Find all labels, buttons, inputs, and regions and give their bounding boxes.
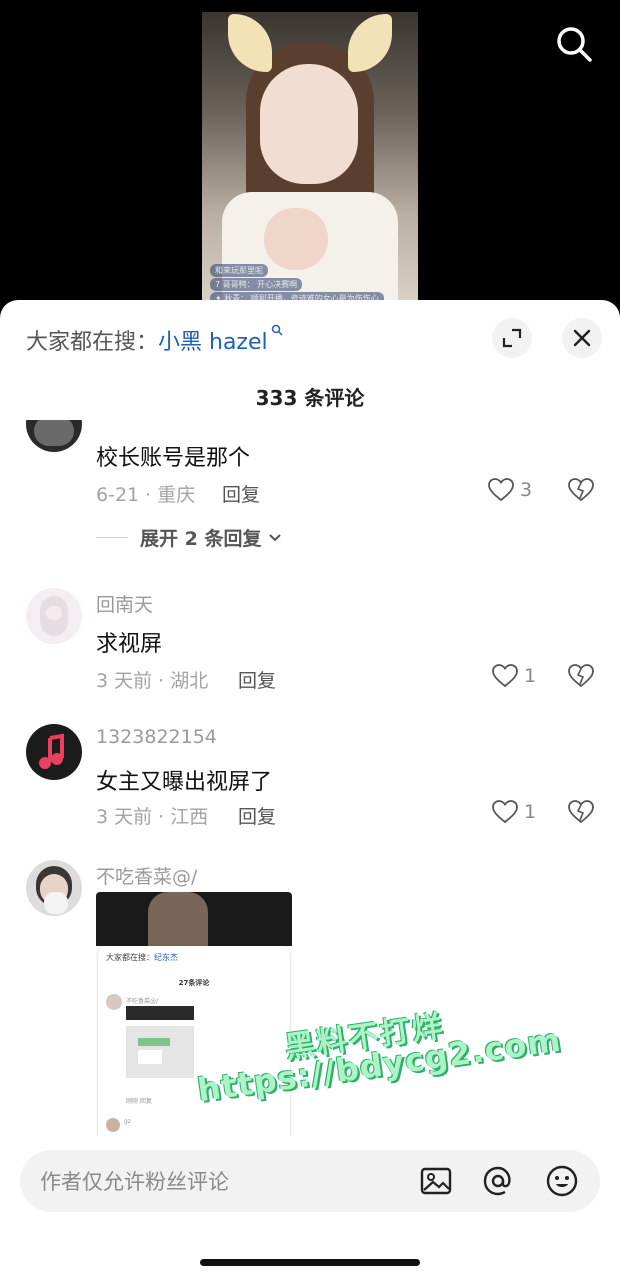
like-button[interactable]: 1	[492, 664, 536, 688]
expand-replies-button[interactable]: 展开 2 条回复	[96, 524, 283, 551]
broken-heart-icon	[568, 664, 594, 688]
comment-input[interactable]	[38, 1150, 382, 1214]
reply-button[interactable]: 回复	[222, 480, 260, 507]
comment-text: 校长账号是那个	[96, 446, 251, 471]
emoji-icon	[546, 1165, 578, 1197]
embedded-comments-sheet: 大家都在搜：纪东杰 27条评论 不吃香菜@/ 刚刚 回复 gz	[98, 946, 290, 1140]
like-count: 3	[520, 479, 533, 501]
reply-button[interactable]: 回复	[238, 802, 276, 829]
like-count: 1	[524, 801, 537, 823]
dislike-button[interactable]	[568, 664, 594, 692]
embedded-meta: 刚刚 回复	[126, 1098, 152, 1105]
embedded-avatar	[106, 994, 122, 1010]
video-player[interactable]: 和来玩那里呢 7 哥哥鸭： 开心决赛啊 ✦ 秋青： 顺利开播，奇迹难的女心最为伤…	[0, 0, 620, 300]
embedded-search-keyword: 纪东杰	[154, 953, 178, 962]
embedded-avatar	[106, 1118, 120, 1132]
comment-input-bar[interactable]	[20, 1150, 600, 1214]
avatar[interactable]	[26, 860, 82, 916]
comment-image[interactable]: 大家都在搜：纪东杰 27条评论 不吃香菜@/ 刚刚 回复 gz	[96, 892, 292, 1140]
image-icon	[420, 1167, 452, 1195]
live-caption-3: ✦ 秋青： 顺利开播，奇迹难的女心最为伤伤心	[210, 292, 384, 300]
like-button[interactable]: 1	[492, 800, 536, 824]
close-button[interactable]	[562, 318, 602, 358]
comment-username[interactable]: 不吃香菜@/	[96, 862, 197, 889]
video-person-face	[260, 64, 358, 184]
broken-heart-icon	[568, 478, 594, 502]
embedded-video-person	[148, 892, 208, 946]
like-count: 1	[524, 665, 537, 687]
embedded-reply-user: gz	[124, 1118, 131, 1125]
embedded-thumbnail	[126, 1006, 194, 1020]
trending-search-bar: 大家都在搜：小黑 hazel	[26, 324, 283, 356]
live-caption-2: 7 哥哥鸭： 开心决赛啊	[210, 278, 303, 291]
search-icon	[557, 27, 592, 62]
chevron-down-icon	[269, 533, 282, 541]
embedded-search-bar: 大家都在搜：纪东杰	[106, 952, 178, 963]
embedded-video	[96, 892, 292, 946]
fullscreen-button[interactable]	[492, 318, 532, 358]
emoji-button[interactable]	[544, 1163, 580, 1199]
comment-meta: 3 天前 · 江西	[96, 806, 209, 828]
embedded-chat-bubble	[138, 1050, 162, 1064]
mention-button[interactable]	[480, 1163, 516, 1199]
divider-line	[96, 537, 128, 538]
keyword-search-icon	[268, 324, 284, 339]
home-indicator[interactable]	[200, 1259, 420, 1266]
comment-username[interactable]: 回南天	[96, 590, 153, 617]
cat-ear-left	[228, 14, 272, 72]
embedded-username: 不吃香菜@/	[126, 998, 159, 1005]
music-note-icon	[39, 733, 64, 769]
cat-ear-right	[348, 14, 392, 72]
image-button[interactable]	[418, 1163, 454, 1199]
trending-search-keyword[interactable]: 小黑 hazel	[158, 330, 268, 355]
embedded-comment-count: 27条评论	[178, 979, 210, 987]
search-button[interactable]	[552, 22, 596, 66]
comment-text: 女主又曝出视屏了	[96, 770, 273, 795]
heart-icon	[488, 478, 514, 502]
trending-search-prefix: 大家都在搜：	[26, 330, 159, 355]
broken-heart-icon	[568, 800, 594, 824]
dislike-button[interactable]	[568, 800, 594, 828]
dislike-button[interactable]	[568, 478, 594, 506]
video-frame[interactable]: 和来玩那里呢 7 哥哥鸭： 开心决赛啊 ✦ 秋青： 顺利开播，奇迹难的女心最为伤…	[202, 12, 418, 300]
reply-button[interactable]: 回复	[238, 666, 276, 693]
comment-meta: 6-21 · 重庆	[96, 484, 196, 506]
at-icon	[483, 1166, 511, 1196]
video-person-hand	[264, 208, 328, 270]
embedded-chat-bubble	[138, 1038, 170, 1046]
comment-text: 求视屏	[96, 632, 163, 657]
comment-count: 333 条评论	[255, 386, 365, 410]
close-icon	[573, 329, 591, 347]
heart-icon	[492, 800, 518, 824]
live-caption-1: 和来玩那里呢	[210, 264, 268, 277]
heart-icon	[492, 664, 518, 688]
like-button[interactable]: 3	[488, 478, 532, 502]
avatar[interactable]	[26, 588, 82, 644]
expand-replies-label: 展开 2 条回复	[140, 528, 262, 550]
embedded-search-prefix: 大家都在搜：	[106, 953, 154, 962]
expand-icon	[502, 328, 522, 348]
comment-username[interactable]: 1323822154	[96, 726, 217, 748]
comments-sheet: 大家都在搜：小黑 hazel 333 条评论 校长账号是那个 6-21 · 重庆…	[0, 300, 620, 1280]
comment-meta: 3 天前 · 湖北	[96, 670, 209, 692]
avatar[interactable]	[26, 420, 82, 452]
avatar[interactable]	[26, 724, 82, 780]
